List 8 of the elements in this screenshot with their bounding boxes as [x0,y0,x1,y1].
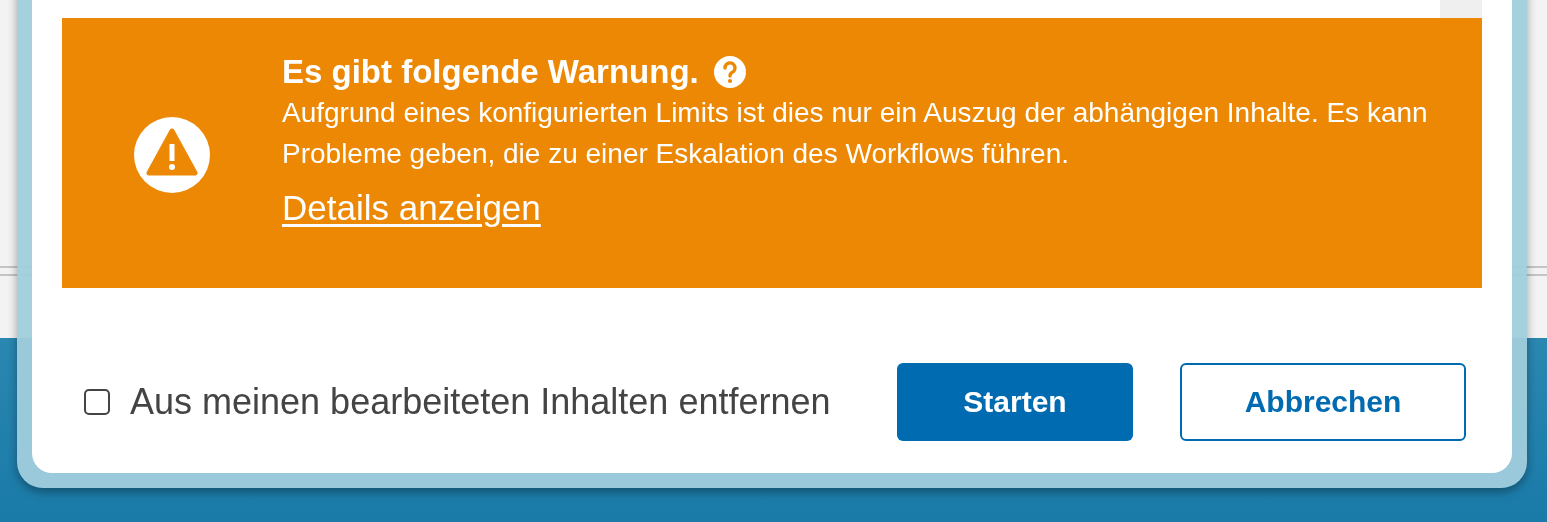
warning-icon [134,117,210,193]
start-button[interactable]: Starten [897,363,1133,441]
checkbox[interactable] [84,389,110,415]
warning-title: Es gibt folgende Warnung. [282,52,699,92]
checkbox-label[interactable]: Aus meinen bearbeiteten Inhalten entfernen [130,381,831,423]
help-icon[interactable] [712,55,747,89]
warning-message: Aufgrund eines konfigurierten Limits ist dies nur ein Auszug der abhängigen Inhalte. Es kann Probleme geben, die zu einer Eskalation des Workflows führen. [282,96,1429,171]
cancel-button[interactable]: Abbrechen [1180,363,1466,441]
